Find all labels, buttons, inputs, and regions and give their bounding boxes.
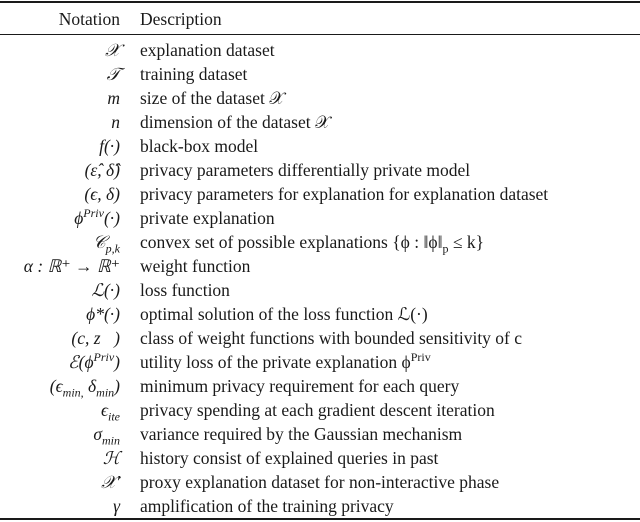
table-row: ϕPriv(·) private explanation	[0, 206, 640, 230]
description-cell: variance required by the Gaussian mechan…	[140, 424, 463, 444]
table-row: 𝒞p,k convex set of possible explanations …	[0, 230, 640, 256]
table-header: Notation Description	[0, 6, 640, 32]
table-row: ϕ*(·) optimal solution of the loss functi…	[0, 302, 640, 326]
notation-cell: σmin	[93, 424, 120, 448]
header-description: Description	[140, 9, 222, 29]
notation-cell: γ	[113, 496, 120, 516]
top-rule	[0, 1, 640, 3]
description-cell: black-box model	[140, 136, 259, 156]
description-cell: privacy spending at each gradient descen…	[140, 400, 495, 420]
table-row: 𝒳explanation dataset	[0, 38, 640, 62]
table-row: γ amplification of the training privacy	[0, 494, 640, 518]
table-row: σmin variance required by the Gaussian me…	[0, 422, 640, 448]
table-row: (ε̂, δ̂) privacy parameters differentiall…	[0, 158, 640, 182]
notation-cell: ℋ	[102, 448, 120, 468]
table-row: ℒ(·) loss function	[0, 278, 640, 302]
description-cell: size of the dataset 𝒳	[140, 88, 285, 108]
notation-cell: n	[111, 112, 120, 132]
description-cell: loss function	[140, 280, 230, 300]
notation-cell: (ϵ, δ)	[84, 184, 120, 204]
description-cell: optimal solution of the loss function ℒ(…	[140, 304, 428, 324]
table-row: m size of the dataset 𝒳	[0, 86, 640, 110]
description-cell: convex set of possible explanations {ϕ :…	[140, 232, 485, 256]
table-row: (ϵ, δ) privacy parameters for explanation…	[0, 182, 640, 206]
table-row: α : ℝ⁺ → ℝ⁺ weight function	[0, 254, 640, 278]
description-cell: history consist of explained queries in …	[140, 448, 439, 468]
table-row: ℱ(c, z⃗) class of weight functions with b…	[0, 326, 640, 350]
description-cell: utility loss of the private explanation …	[140, 350, 431, 372]
table-row: ℰ(ϕPriv) utility loss of the private expl…	[0, 350, 640, 374]
notation-cell: f(·)	[99, 136, 120, 156]
description-cell: class of weight functions with bounded s…	[140, 328, 523, 348]
notation-cell: ϕPriv(·)	[74, 206, 120, 228]
description-cell: dimension of the dataset 𝒳	[140, 112, 331, 132]
notation-cell: (ϵmin, δmin)	[49, 376, 120, 400]
table-row: 𝒯training dataset	[0, 62, 640, 86]
notation-cell: ϵite	[100, 400, 120, 424]
table-row: (ϵmin, δmin) minimum privacy requirement …	[0, 374, 640, 400]
notation-cell: 𝒞p,k	[92, 232, 120, 256]
notation-cell: ℱ(c, z⃗)	[57, 328, 120, 348]
description-cell: training dataset	[140, 64, 248, 84]
description-cell: amplification of the training privacy	[140, 496, 394, 516]
notation-cell: ℰ(ϕPriv)	[68, 350, 120, 372]
table-row: f(·) black-box model	[0, 134, 640, 158]
notation-cell: 𝒳′	[101, 472, 120, 492]
notation-cell: 𝒯	[106, 64, 120, 84]
description-cell: privacy parameters differentially privat…	[140, 160, 471, 180]
description-cell: privacy parameters for explanation for e…	[140, 184, 549, 204]
bottom-rule	[0, 518, 640, 520]
table-row: ϵite privacy spending at each gradient de…	[0, 398, 640, 424]
description-cell: explanation dataset	[140, 40, 275, 60]
description-cell: private explanation	[140, 208, 275, 228]
description-cell: proxy explanation dataset for non-intera…	[140, 472, 500, 492]
description-cell: minimum privacy requirement for each que…	[140, 376, 460, 396]
notation-cell: 𝒳	[104, 40, 120, 60]
table-row: ℋhistory consist of explained queries in…	[0, 446, 640, 470]
notation-cell: m	[107, 88, 120, 108]
notation-cell: ϕ*(·)	[86, 304, 120, 324]
header-rule	[0, 34, 640, 35]
notation-cell: α : ℝ⁺ → ℝ⁺	[23, 256, 120, 276]
table-row: n dimension of the dataset 𝒳	[0, 110, 640, 134]
header-notation: Notation	[58, 9, 120, 29]
notation-cell: ℒ(·)	[91, 280, 120, 300]
table-row: 𝒳′ proxy explanation dataset for non-inte…	[0, 470, 640, 494]
description-cell: weight function	[140, 256, 251, 276]
notation-cell: (ε̂, δ̂)	[84, 160, 120, 180]
